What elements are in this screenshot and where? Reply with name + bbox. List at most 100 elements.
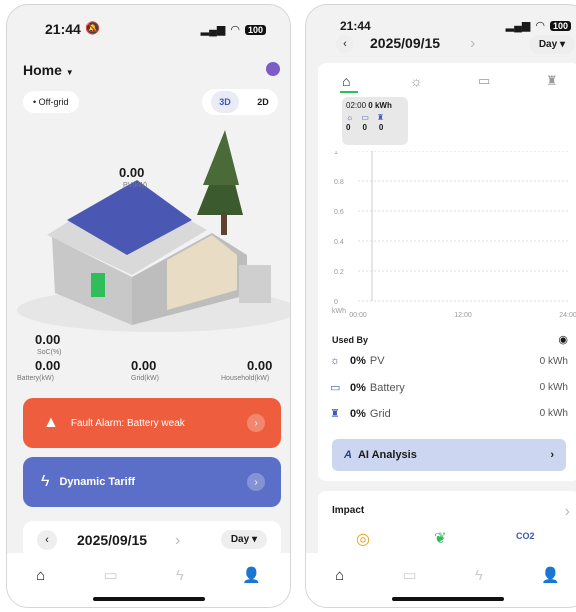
grid-name: Grid (369, 407, 391, 420)
battery-name: Battery (369, 381, 405, 394)
bot-icon[interactable] (266, 62, 280, 76)
mute-icon: 🔕 (85, 21, 100, 35)
x-tick-label: 00:00 (349, 312, 367, 319)
tariff-text: Dynamic Tariff (59, 476, 136, 488)
devices-tab-icon[interactable]: ▭ (402, 566, 416, 584)
period-label: Day (538, 39, 558, 50)
chart-card: ⌂ ☼ ▭ ♜ 02:00 0 kWh ☼ ▭ ♜ 0 0 0 1 0.8 0.6 0… (318, 63, 576, 481)
signal-icon: ▂▄▆ (200, 24, 226, 36)
chevron-right-icon: › (247, 473, 265, 491)
battery-percent: 0% (350, 381, 366, 394)
eye-icon[interactable]: ◉ (558, 333, 568, 346)
pv-row: ☼ 0% PV 0 kWh (330, 355, 568, 367)
energy-detail-screen: 21:44 ▂▄▆ ◠ 100 ‹ 2025/09/15 › Day ▾ ⌂ ☼… (305, 4, 576, 608)
home-tab-icon[interactable]: ⌂ (335, 567, 344, 584)
impact-card[interactable]: Impact › ◎ ❦ CO2 (318, 491, 576, 561)
period-dropdown[interactable]: Day ▾ (220, 530, 267, 549)
tooltip-battery-num: 0 (362, 123, 367, 132)
ai-icon: A (344, 449, 352, 461)
sun-icon: ☼ (330, 355, 341, 367)
y-tick-label: 0.4 (334, 239, 344, 246)
battery-icon: ▭ (330, 382, 341, 394)
active-filter-underline (340, 91, 358, 93)
grid-filter-icon[interactable]: ♜ (546, 73, 558, 89)
battery-status-icon: 100 (244, 24, 266, 35)
off-grid-pill: • Off-grid (23, 91, 79, 113)
next-date-button[interactable]: › (470, 35, 475, 53)
home-screen: 21:44 🔕 ▂▄▆ ◠ 100 Home ▼ • Off-grid 3D 2… (6, 4, 291, 608)
pv-name: PV (369, 355, 385, 367)
battery-filter-icon[interactable]: ▭ (478, 73, 490, 89)
ai-label: AI Analysis (357, 449, 417, 461)
profile-tab-icon[interactable]: 👤 (541, 566, 560, 584)
pv-percent: 0% (350, 355, 366, 367)
next-date-button[interactable]: › (175, 532, 180, 550)
grid-row: ♜ 0% Grid 0 kWh (330, 407, 568, 421)
wifi-icon: ◠ (535, 20, 545, 32)
y-tick-label: 0 (334, 299, 338, 306)
date-label: 2025/09/15 (370, 35, 441, 51)
status-time: 21:44 (45, 21, 81, 37)
battery-icon: ▭ (361, 113, 369, 122)
y-tick-label: 0.2 (334, 269, 344, 276)
chart-tooltip: 02:00 0 kWh ☼ ▭ ♜ 0 0 0 (342, 97, 408, 145)
tariff-icon: ϟ (41, 473, 50, 490)
x-tick-label: 12:00 (454, 312, 472, 319)
view-toggle: 3D 2D (202, 89, 278, 115)
chevron-right-icon: › (564, 503, 570, 520)
soc-label: SoC(%) (37, 349, 62, 356)
pv-kwh: 0 kWh (539, 355, 568, 367)
grid-kwh: 0 kWh (539, 408, 568, 419)
prev-date-button[interactable]: ‹ (336, 35, 354, 53)
tree-leaf-icon: ❦ (434, 530, 447, 547)
usage-chart: 1 0.8 0.6 0.4 0.2 0 kWh00:00 12:00 24:00 (332, 151, 576, 319)
dynamic-tariff-card[interactable]: ϟ Dynamic Tariff › (23, 457, 281, 507)
coal-icon: ◎ (356, 531, 370, 548)
home-selector[interactable]: Home ▼ (23, 62, 74, 78)
grid-label: Grid(kW) (131, 375, 159, 382)
y-tick-label: 1 (334, 151, 338, 156)
pv-filter-icon[interactable]: ☼ (410, 73, 423, 89)
pv-label: PV(kW) (123, 182, 148, 189)
prev-date-button[interactable]: ‹ (37, 530, 57, 550)
tooltip-value: 0 kWh (368, 101, 392, 110)
chevron-right-icon: › (247, 414, 265, 432)
fault-alarm-card[interactable]: ▲ Fault Alarm: Battery weak › (23, 398, 281, 448)
wifi-icon: ◠ (230, 24, 240, 36)
energy-tab-icon[interactable]: ϟ (176, 567, 184, 584)
co2-icon: CO2 (516, 531, 535, 541)
warning-icon: ▲ (43, 414, 59, 431)
used-by-title: Used By (332, 335, 369, 345)
battery-kwh: 0 kWh (539, 382, 568, 393)
view-2d-button[interactable]: 2D (257, 97, 269, 107)
y-tick-label: 0.6 (334, 209, 344, 216)
period-dropdown[interactable]: Day ▾ (528, 35, 575, 54)
x-tick-label: 24:00 (559, 312, 576, 319)
date-label: 2025/09/15 (77, 532, 148, 548)
battery-status-icon: 100 (549, 20, 571, 31)
home-indicator (92, 597, 205, 601)
devices-tab-icon[interactable]: ▭ (103, 566, 117, 584)
chevron-down-icon: ▼ (65, 68, 74, 77)
ai-analysis-button[interactable]: A AI Analysis › (332, 439, 566, 471)
battery-label: Battery(kW) (17, 375, 54, 382)
energy-tab-icon[interactable]: ϟ (475, 567, 483, 584)
household-value: 0.00 (247, 358, 273, 373)
status-icons: ▂▄▆ ◠ 100 (506, 19, 571, 32)
impact-title: Impact (332, 505, 365, 516)
view-3d-button[interactable]: 3D (211, 91, 239, 113)
battery-value: 0.00 (35, 358, 61, 373)
sun-icon: ☼ (346, 113, 354, 122)
home-tab-icon[interactable]: ⌂ (36, 567, 45, 584)
tower-icon: ♜ (376, 113, 385, 122)
signal-icon: ▂▄▆ (505, 20, 531, 32)
profile-tab-icon[interactable]: 👤 (242, 566, 261, 584)
home-filter-icon[interactable]: ⌂ (342, 73, 350, 89)
status-icons: ▂▄▆ ◠ 100 (201, 23, 266, 36)
home-indicator (391, 597, 504, 601)
grid-value: 0.00 (131, 358, 157, 373)
pv-value: 0.00 (119, 165, 145, 180)
grid-percent: 0% (350, 407, 366, 420)
household-label: Household(kW) (221, 375, 270, 382)
home-title: Home (23, 62, 62, 78)
